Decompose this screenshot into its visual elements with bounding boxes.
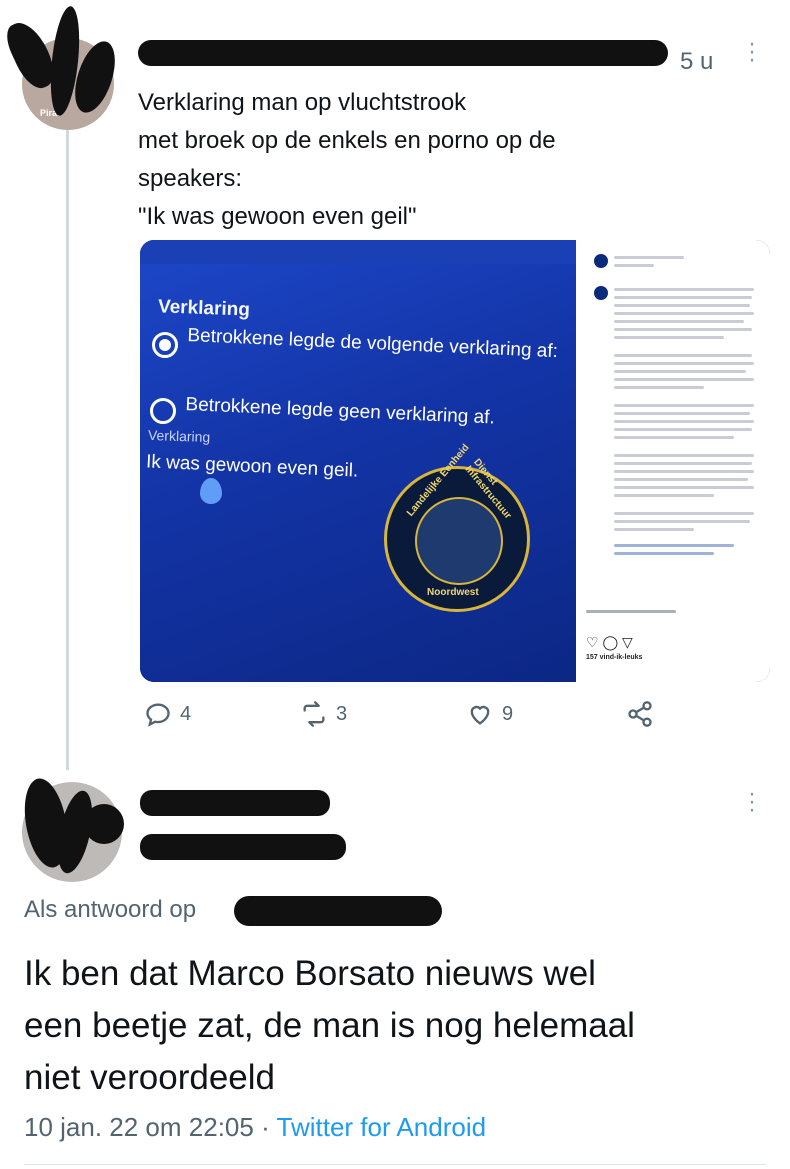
text-line [614, 296, 752, 299]
text-line [614, 462, 752, 465]
text-line [614, 288, 754, 291]
reply-prefix: Als antwoord op [24, 896, 197, 923]
more-icon[interactable]: · · · [744, 32, 760, 72]
like-button[interactable]: 9 [466, 700, 513, 728]
retweet-icon [303, 701, 325, 727]
instagram-avatar [594, 286, 608, 300]
text-line [614, 520, 750, 523]
text-line [614, 264, 654, 267]
more-icon[interactable]: · · · [744, 782, 760, 822]
text-line [614, 386, 704, 389]
text-line [614, 470, 754, 473]
text-line [614, 378, 754, 381]
radio-empty-icon [150, 398, 176, 424]
tweet-timestamp[interactable]: 5 u [680, 48, 713, 76]
reply-context: Als antwoord op [24, 896, 196, 924]
reply-count: 4 [180, 702, 192, 725]
text-line [614, 404, 754, 407]
tweet-source[interactable]: Twitter for Android [277, 1112, 487, 1142]
text-line [614, 420, 754, 423]
form-title: Verklaring [157, 296, 251, 321]
reply-button[interactable]: 4 [144, 700, 191, 728]
form-field-value: Ik was gewoon even geil. [145, 451, 359, 482]
tweet-text: Verklaring man op vluchtstrook met broek… [138, 89, 556, 230]
like-icon [470, 705, 490, 725]
redacted-reply-handle [234, 896, 442, 926]
text-line [614, 454, 754, 457]
text-line [614, 436, 734, 439]
share-icon [628, 701, 652, 727]
text-line [614, 320, 744, 323]
retweet-button[interactable]: 3 [300, 700, 347, 728]
tweet-media[interactable]: Verklaring Betrokkene legde de volgende … [140, 240, 770, 682]
reply-icon [146, 703, 170, 727]
comment-line [586, 610, 676, 613]
tweet-text: Ik ben dat Marco Borsato nieuws wel een … [24, 954, 635, 1097]
redaction-scribble [84, 804, 124, 844]
cursor-drop-icon [200, 478, 222, 504]
text-line [614, 336, 724, 339]
retweet-count: 3 [336, 702, 348, 725]
radio-selected-icon [152, 332, 178, 358]
text-line [614, 512, 754, 515]
badge-emblem [415, 497, 503, 585]
instagram-likes: 157 vind-ik-leuks [586, 654, 643, 661]
badge-text-bottom: Noordwest [427, 587, 479, 598]
text-line [614, 370, 746, 373]
redacted-handle [140, 834, 346, 860]
text-line [614, 428, 752, 431]
text-line [614, 304, 750, 307]
police-badge-logo: Landelijke Eenheid Dienst Infrastructuur… [384, 442, 530, 612]
redacted-display-name [140, 790, 330, 816]
thread-line [66, 130, 69, 770]
form-option-1: Betrokkene legde de volgende verklaring … [187, 324, 559, 363]
text-line [614, 328, 752, 331]
text-line [614, 256, 684, 259]
media-instagram-post: ♡ ◯ ▽ 157 vind-ik-leuks [576, 240, 770, 682]
share-button[interactable] [626, 700, 654, 728]
like-count: 9 [502, 702, 514, 725]
media-screenshot-form: Verklaring Betrokkene legde de volgende … [140, 240, 576, 682]
redacted-username [138, 40, 668, 66]
text-line [614, 312, 754, 315]
hashtag-line [614, 544, 734, 547]
instagram-action-icons: ♡ ◯ ▽ [586, 634, 633, 650]
text-line [614, 362, 754, 365]
text-line [614, 354, 752, 357]
hashtag-line [614, 552, 714, 555]
media-stripe [140, 240, 576, 264]
meta-separator: · [261, 1112, 270, 1142]
text-line [614, 478, 748, 481]
tweet-meta: 10 jan. 22 om 22:05 · Twitter for Androi… [24, 1112, 486, 1143]
form-field-label: Verklaring [147, 426, 211, 446]
instagram-avatar [594, 254, 608, 268]
tweet-date[interactable]: 10 jan. 22 om 22:05 [24, 1112, 254, 1142]
text-line [614, 494, 714, 497]
divider [24, 1164, 766, 1165]
text-line [614, 528, 694, 531]
text-line [614, 412, 750, 415]
form-option-2: Betrokkene legde geen verklaring af. [185, 394, 496, 429]
text-line [614, 486, 754, 489]
